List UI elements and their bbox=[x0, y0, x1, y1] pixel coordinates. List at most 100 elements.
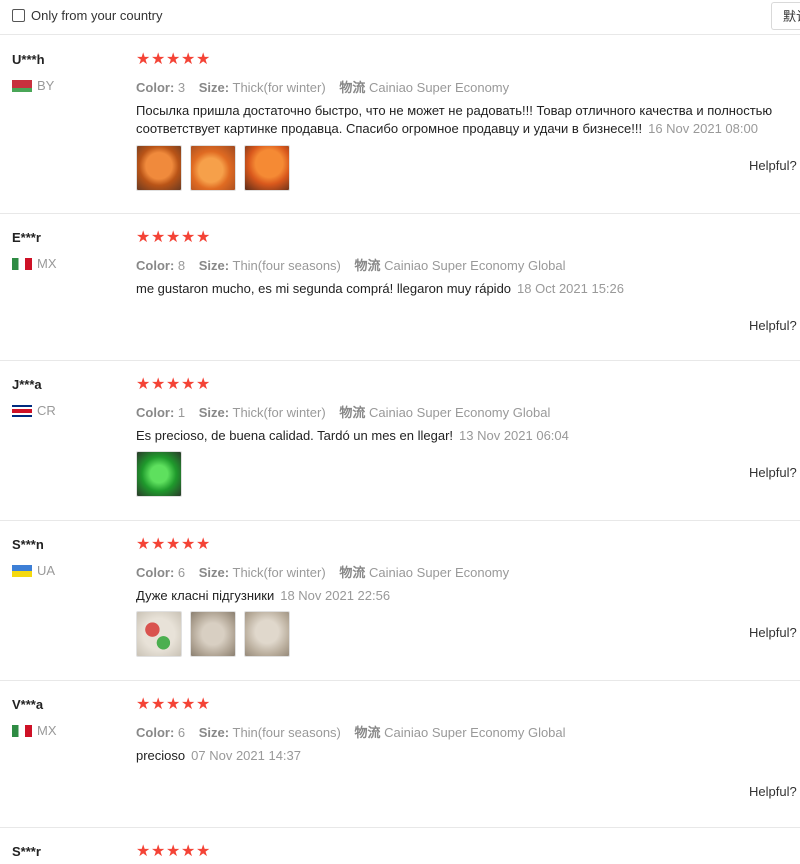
size-label: Size: bbox=[198, 80, 230, 95]
star-icon: ★ bbox=[136, 376, 151, 393]
review-body: Дуже класні підгузники bbox=[136, 588, 275, 603]
country-code: MX bbox=[37, 723, 57, 738]
review-text: Es precioso, de buena calidad. Tardó un … bbox=[136, 427, 796, 445]
helpful-button[interactable]: Helpful? bbox=[749, 318, 797, 333]
reviewer-name: J***a bbox=[12, 377, 42, 392]
helpful-button[interactable]: Helpful? bbox=[749, 158, 797, 173]
review-item: S***r ★ ★ ★ ★ ★ bbox=[0, 828, 800, 864]
helpful-button[interactable]: Helpful? bbox=[749, 625, 797, 640]
star-icon: ★ bbox=[181, 229, 196, 246]
country-filter-checkbox[interactable] bbox=[12, 9, 25, 22]
star-icon: ★ bbox=[151, 696, 166, 713]
size-value: Thick(for winter) bbox=[232, 565, 326, 580]
mexico-flag-icon bbox=[12, 724, 32, 737]
review-photo[interactable] bbox=[136, 145, 182, 191]
country-filter-label: Only from your country bbox=[31, 8, 163, 23]
star-rating: ★ ★ ★ ★ ★ bbox=[136, 52, 211, 68]
size-value: Thin(four seasons) bbox=[232, 258, 341, 273]
star-icon: ★ bbox=[196, 696, 211, 713]
belarus-flag-icon bbox=[12, 79, 32, 92]
review-item: U***h BY ★ ★ ★ ★ ★ Color: 3 Size: Thick(for … bbox=[0, 36, 800, 214]
size-value: Thick(for winter) bbox=[232, 405, 326, 420]
review-text: Посылка пришла достаточно быстро, что не… bbox=[136, 102, 796, 138]
star-icon: ★ bbox=[151, 51, 166, 68]
reviewer-country: UA bbox=[12, 563, 55, 578]
reviewer-name: E***r bbox=[12, 230, 41, 245]
star-icon: ★ bbox=[196, 51, 211, 68]
shipping-label: 物流 bbox=[354, 258, 381, 273]
size-label: Size: bbox=[198, 405, 230, 420]
review-photo[interactable] bbox=[244, 611, 290, 657]
review-specs: Color: 6 Size: Thin(four seasons) 物流 Cai… bbox=[136, 722, 566, 741]
shipping-label: 物流 bbox=[339, 405, 366, 420]
country-code: MX bbox=[37, 256, 57, 271]
star-icon: ★ bbox=[196, 536, 211, 553]
star-icon: ★ bbox=[181, 51, 196, 68]
helpful-button[interactable]: Helpful? bbox=[749, 784, 797, 799]
color-value: 1 bbox=[177, 405, 186, 420]
star-icon: ★ bbox=[181, 843, 196, 860]
star-icon: ★ bbox=[136, 536, 151, 553]
star-rating: ★ ★ ★ ★ ★ bbox=[136, 844, 211, 860]
star-icon: ★ bbox=[166, 229, 181, 246]
review-photo[interactable] bbox=[136, 451, 182, 497]
color-value: 6 bbox=[177, 565, 186, 580]
star-icon: ★ bbox=[166, 843, 181, 860]
review-photos bbox=[136, 611, 298, 657]
star-rating: ★ ★ ★ ★ ★ bbox=[136, 377, 211, 393]
mexico-flag-icon bbox=[12, 257, 32, 270]
review-text: me gustaron mucho, es mi segunda comprá!… bbox=[136, 280, 796, 298]
star-icon: ★ bbox=[181, 696, 196, 713]
star-icon: ★ bbox=[181, 536, 196, 553]
star-rating: ★ ★ ★ ★ ★ bbox=[136, 230, 211, 246]
star-icon: ★ bbox=[151, 376, 166, 393]
star-icon: ★ bbox=[136, 51, 151, 68]
size-value: Thick(for winter) bbox=[232, 80, 326, 95]
reviewer-name: U***h bbox=[12, 52, 45, 67]
size-label: Size: bbox=[198, 725, 230, 740]
star-icon: ★ bbox=[166, 536, 181, 553]
star-icon: ★ bbox=[181, 376, 196, 393]
reviewer-name: S***r bbox=[12, 844, 41, 859]
reviewer-country: MX bbox=[12, 256, 57, 271]
star-icon: ★ bbox=[196, 843, 211, 860]
star-icon: ★ bbox=[136, 696, 151, 713]
shipping-value: Cainiao Super Economy bbox=[368, 565, 510, 580]
reviewer-country: CR bbox=[12, 403, 56, 418]
color-value: 8 bbox=[177, 258, 186, 273]
helpful-button[interactable]: Helpful? bbox=[749, 465, 797, 480]
sort-dropdown[interactable]: 默认 bbox=[771, 2, 800, 30]
shipping-label: 物流 bbox=[354, 725, 381, 740]
review-date: 13 Nov 2021 06:04 bbox=[459, 428, 569, 443]
filter-bar: Only from your country 默认 bbox=[0, 0, 800, 35]
country-filter[interactable]: Only from your country bbox=[12, 8, 163, 23]
size-label: Size: bbox=[198, 258, 230, 273]
reviewer-country: BY bbox=[12, 78, 54, 93]
star-icon: ★ bbox=[166, 376, 181, 393]
costa-rica-flag-icon bbox=[12, 404, 32, 417]
shipping-value: Cainiao Super Economy bbox=[368, 80, 510, 95]
star-icon: ★ bbox=[151, 536, 166, 553]
size-label: Size: bbox=[198, 565, 230, 580]
color-label: Color: bbox=[136, 258, 175, 273]
review-item: S***n UA ★ ★ ★ ★ ★ Color: 6 Size: Thick(for … bbox=[0, 521, 800, 681]
review-specs: Color: 8 Size: Thin(four seasons) 物流 Cai… bbox=[136, 255, 566, 274]
country-code: UA bbox=[37, 563, 56, 578]
review-item: J***a CR ★ ★ ★ ★ ★ Color: 1 Size: Thick(for … bbox=[0, 361, 800, 521]
star-icon: ★ bbox=[136, 229, 151, 246]
review-body: me gustaron mucho, es mi segunda comprá!… bbox=[136, 281, 512, 296]
review-photo[interactable] bbox=[244, 145, 290, 191]
review-text: Дуже класні підгузники 18 Nov 2021 22:56 bbox=[136, 587, 796, 605]
review-text: precioso 07 Nov 2021 14:37 bbox=[136, 747, 796, 765]
review-photo[interactable] bbox=[190, 145, 236, 191]
review-photo[interactable] bbox=[136, 611, 182, 657]
shipping-value: Cainiao Super Economy Global bbox=[384, 725, 566, 740]
ukraine-flag-icon bbox=[12, 564, 32, 577]
size-value: Thin(four seasons) bbox=[232, 725, 341, 740]
country-code: BY bbox=[37, 78, 55, 93]
review-photo[interactable] bbox=[190, 611, 236, 657]
review-photos bbox=[136, 451, 190, 497]
star-icon: ★ bbox=[166, 51, 181, 68]
review-item: E***r MX ★ ★ ★ ★ ★ Color: 8 Size: Thin(four … bbox=[0, 214, 800, 361]
reviewer-country: MX bbox=[12, 723, 57, 738]
